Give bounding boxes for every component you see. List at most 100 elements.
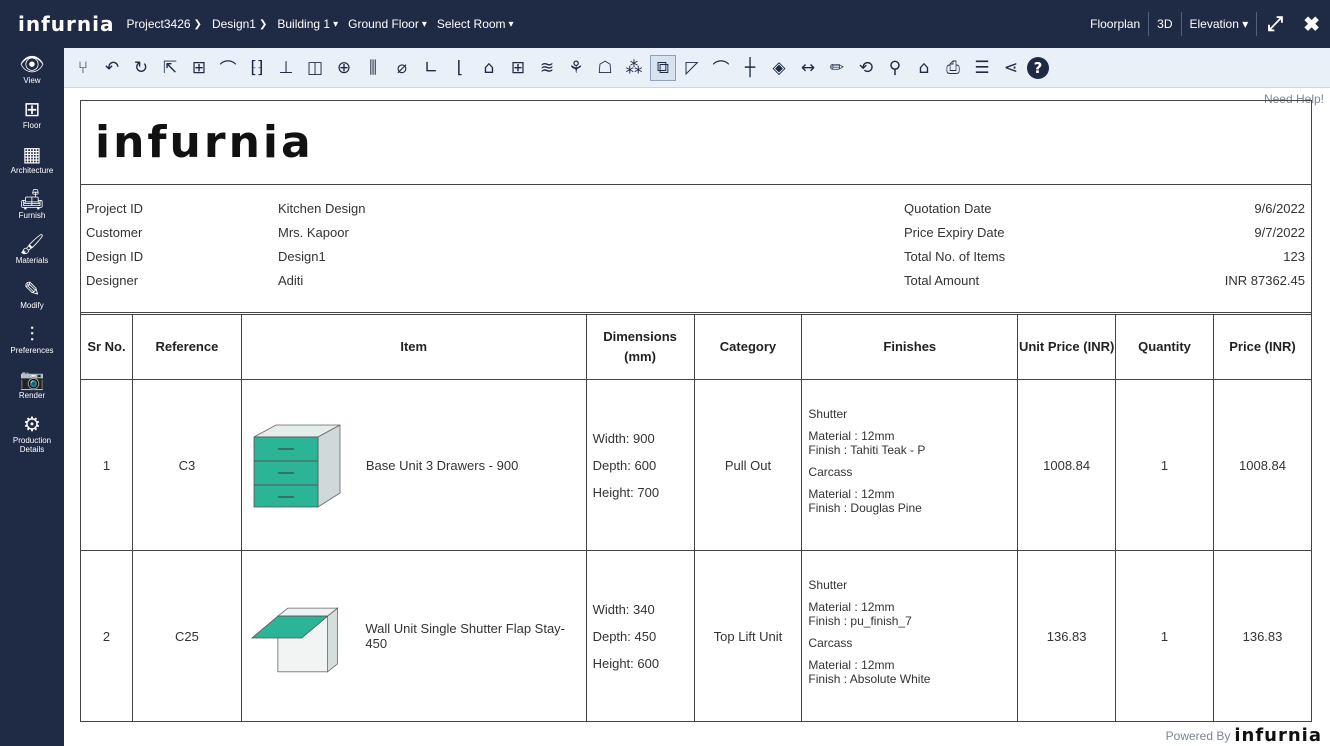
powered-by-label: Powered By [1165, 728, 1231, 743]
floor-icon: ⊞ [23, 99, 41, 121]
sidebar-item-preferences[interactable]: ⫶ Preferences [0, 324, 64, 355]
finish-heading: Carcass [808, 636, 853, 650]
import-icon[interactable]: ⧉ [650, 54, 676, 81]
sr-cell: 2 [81, 550, 133, 721]
info-value: 9/6/2022 [1254, 201, 1305, 216]
house-icon[interactable]: ⌂ [476, 55, 502, 81]
sidebar-item-label: Floor [22, 121, 42, 130]
erase-icon[interactable]: ⌀ [389, 55, 415, 81]
finish-heading: Carcass [808, 465, 853, 479]
dimension-icon[interactable]: ↔ [795, 55, 821, 81]
production-details-icon: ⚙ [23, 414, 41, 436]
column-icon[interactable]: ⫼ [360, 55, 386, 81]
shape-icon[interactable]: ◸ [679, 55, 705, 81]
info-value: Aditi [278, 273, 304, 288]
app-logo[interactable]: infurnia [18, 12, 115, 36]
column-header: Category [693, 314, 803, 380]
item-name: Base Unit 3 Drawers - 900 [365, 457, 519, 473]
info-value: INR 87362.45 [1224, 273, 1305, 288]
paint-icon[interactable]: ⟲ [853, 55, 879, 81]
quotation-document: infurnia Project ID Kitchen Design Quotati… [80, 100, 1312, 722]
sidebar-item-furnish[interactable]: 🛋 Furnish [0, 189, 64, 220]
comment-icon[interactable]: ☰ [969, 55, 995, 81]
sidebar-item-architecture[interactable]: ▦ Architecture [0, 144, 64, 175]
sidebar-item-view[interactable]: 👁 View [0, 54, 64, 85]
redo-icon[interactable]: ↻ [128, 55, 154, 81]
table-icon[interactable]: ⊥ [273, 55, 299, 81]
column-header: Item [240, 314, 587, 380]
home-icon[interactable]: ⌂ [911, 55, 937, 81]
breadcrumb-label: Design1 [211, 17, 256, 31]
sidebar-item-modify[interactable]: ✎ Modify [0, 279, 64, 310]
cabinet-icon[interactable]: ◫ [302, 55, 328, 81]
elevation-dropdown[interactable]: Elevation ▾ [1182, 12, 1258, 36]
branch-icon[interactable]: ⑂ [70, 55, 96, 81]
floorplan-button[interactable]: Floorplan [1082, 12, 1150, 36]
window-icon[interactable]: ⊕ [331, 55, 357, 81]
corner-icon[interactable]: ∟ [418, 55, 444, 81]
width-value: Width: 900 [592, 430, 655, 446]
diamond-icon[interactable]: ◈ [766, 55, 792, 81]
breadcrumb-label: Project3426 [126, 17, 191, 31]
arch-icon[interactable]: ⌒ [708, 55, 734, 81]
grid-icon[interactable]: ⊞ [186, 55, 212, 81]
bracket-icon[interactable]: ⁅⁆ [244, 55, 270, 81]
column-header: Price (INR) [1213, 314, 1311, 380]
item-wrap: Base Unit 3 Drawers - 900 [242, 415, 586, 515]
select-icon[interactable]: ⇱ [157, 55, 183, 81]
price-cell: 136.83 [1213, 550, 1311, 721]
breadcrumb-room[interactable]: Select Room ▾ [437, 17, 514, 31]
help-icon[interactable]: ? [1027, 56, 1049, 79]
finish-heading: Shutter [808, 407, 848, 421]
depth-value: Depth: 600 [592, 457, 657, 473]
info-value: Design1 [278, 249, 326, 264]
breadcrumb-project[interactable]: Project3426 ❯ [127, 17, 202, 31]
preferences-icon: ⫶ [29, 324, 35, 346]
powered-by: Powered By infurnia [1166, 725, 1322, 746]
info-label: Price Expiry Date [904, 225, 1005, 240]
depth-value: Depth: 450 [592, 628, 657, 644]
expand-icon[interactable]: ⤢ [1267, 13, 1283, 36]
finish-material: Material : 12mm [808, 658, 895, 672]
breadcrumb-floor[interactable]: Ground Floor ▾ [348, 17, 427, 31]
share-icon[interactable]: ⋖ [998, 55, 1024, 81]
wall-unit-flap-image [250, 607, 339, 673]
search-icon[interactable]: ⚲ [882, 55, 908, 81]
sr-cell: 1 [81, 379, 133, 551]
undo-icon[interactable]: ↶ [99, 55, 125, 81]
info-row: Customer Mrs. Kapoor Price Expiry Date 9/7/… [81, 225, 1311, 249]
info-label: Design ID [86, 249, 144, 264]
export-icon[interactable]: ⎙ [940, 55, 966, 81]
l-shape-icon[interactable]: ⌊ [447, 55, 473, 81]
sidebar: 👁 View ⊞ Floor ▦ Architecture 🛋 Furnish 🖌 Materia… [0, 48, 64, 746]
finish-finish: Finish : Douglas Pine [808, 501, 922, 515]
info-row: Project ID Kitchen Design Quotation Date 9/… [81, 201, 1311, 225]
item-name: Wall Unit Single Shutter Flap Stay-450 [365, 621, 566, 651]
sidebar-item-label: Furnish [18, 211, 46, 220]
sidebar-item-label: Materials [15, 256, 49, 265]
layers-icon[interactable]: ≋ [534, 55, 560, 81]
width-value: Width: 340 [592, 601, 655, 617]
breadcrumb-design[interactable]: Design1 ❯ [212, 17, 267, 31]
sidebar-item-render[interactable]: 📷 Render [0, 369, 64, 400]
blocks-icon[interactable]: ⊞ [505, 55, 531, 81]
render-icon: 📷 [19, 369, 45, 391]
sidebar-item-floor[interactable]: ⊞ Floor [0, 99, 64, 130]
reference-cell: C3 [131, 379, 242, 551]
height-value: Height: 600 [592, 655, 660, 671]
info-label: Project ID [86, 201, 144, 216]
close-icon[interactable]: ✖ [1303, 12, 1320, 37]
materials-icon: 🖌 [19, 234, 45, 256]
cross-icon[interactable]: ┼ [737, 55, 763, 81]
breadcrumb-label: Select Room [436, 17, 506, 31]
3d-button[interactable]: 3D [1149, 12, 1182, 36]
sidebar-item-label: Production Details [12, 436, 52, 454]
breadcrumb-building[interactable]: Building 1 ▾ [277, 17, 338, 31]
sidebar-item-production-details[interactable]: ⚙ Production Details [0, 414, 64, 454]
sidebar-item-materials[interactable]: 🖌 Materials [0, 234, 64, 265]
pencil-icon[interactable]: ✏ [824, 55, 850, 81]
pattern-icon[interactable]: ⁂ [621, 55, 647, 81]
arc-wall-icon[interactable]: ⌒ [215, 55, 241, 81]
bulb-icon[interactable]: ☖ [592, 55, 618, 81]
figure-icon[interactable]: ⚘ [563, 55, 589, 81]
